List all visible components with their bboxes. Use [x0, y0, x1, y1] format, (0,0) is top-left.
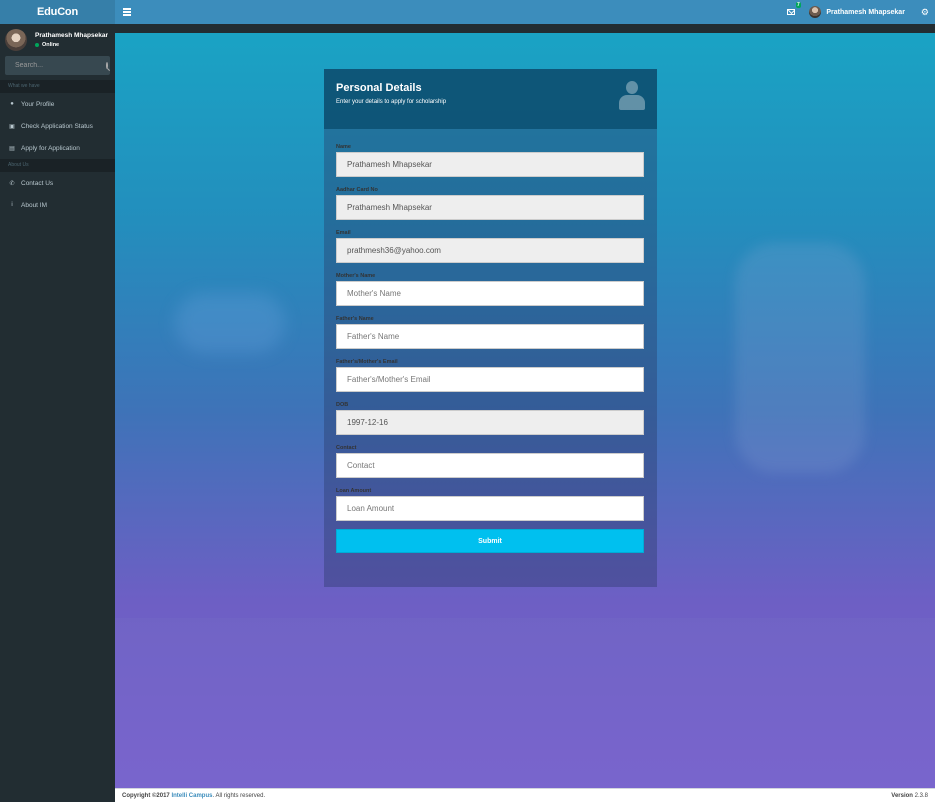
dob-field[interactable]: [336, 410, 644, 435]
field-father-name: Father's Name: [336, 316, 645, 349]
sidebar-user-panel: Prathamesh Mhapsekar Online: [0, 24, 115, 54]
menu-section-header: What we have: [0, 80, 115, 93]
field-email: Email: [336, 230, 645, 263]
footer-copyright: Copyright ©2017: [122, 792, 170, 799]
form-fields: Name Aadhar Card No Email Mother's Name …: [324, 129, 657, 553]
field-label: Loan Amount: [336, 488, 372, 494]
sidebar-item-label: Apply for Application: [21, 144, 80, 152]
footer-company-link[interactable]: Intelli Campus: [171, 793, 212, 799]
background-decoration: [115, 618, 935, 788]
top-navbar: 7 Prathamesh Mhapsekar ⚙: [115, 0, 935, 24]
sidebar-user-info: Prathamesh Mhapsekar Online: [35, 29, 108, 48]
sidebar-item-label: Your Profile: [21, 100, 55, 108]
status-text: Online: [42, 42, 60, 48]
phone-icon: ✆: [9, 180, 15, 187]
field-mother-name: Mother's Name: [336, 273, 645, 306]
calendar-icon: ▣: [9, 123, 15, 130]
sidebar-item-contact-us[interactable]: ✆ Contact Us: [0, 172, 115, 194]
footer-version: Version 2.3.8: [891, 793, 928, 799]
loan-amount-field[interactable]: [336, 496, 644, 521]
settings-gears-icon[interactable]: ⚙: [921, 7, 929, 18]
name-field[interactable]: [336, 152, 644, 177]
version-label: Version: [891, 792, 913, 799]
sidebar-item-label: About IM: [21, 201, 48, 209]
sidebar-search: [5, 56, 110, 75]
field-loan-amount: Loan Amount: [336, 488, 645, 521]
messages-count-badge: 7: [795, 2, 802, 8]
main-content: Personal Details Enter your details to a…: [115, 33, 935, 788]
field-parent-email: Father's/Mother's Email: [336, 359, 645, 392]
sidebar-item-apply[interactable]: ▤ Apply for Application: [0, 137, 115, 159]
envelope-icon: [787, 9, 796, 15]
email-field[interactable]: [336, 238, 644, 263]
field-label: Email: [336, 230, 351, 236]
sidebar-item-about-im[interactable]: i About IM: [0, 194, 115, 216]
avatar: [5, 29, 27, 51]
menu-toggle-icon[interactable]: [123, 8, 131, 16]
footer: Copyright ©2017 Intelli Campus. All righ…: [115, 788, 935, 802]
sidebar-item-label: Check Application Status: [21, 122, 93, 130]
search-icon[interactable]: [106, 62, 108, 69]
version-number: 2.3.8: [914, 792, 928, 799]
personal-details-form: Personal Details Enter your details to a…: [324, 69, 657, 587]
sidebar-user-name: Prathamesh Mhapsekar: [35, 32, 108, 39]
info-icon: i: [11, 202, 13, 208]
footer-rights: . All rights reserved.: [212, 792, 266, 799]
field-label: Name: [336, 144, 351, 150]
parent-email-field[interactable]: [336, 367, 644, 392]
status-badge: Online: [35, 42, 108, 48]
sidebar-item-label: Contact Us: [21, 179, 54, 187]
mother-name-field[interactable]: [336, 281, 644, 306]
field-label: Father's Name: [336, 316, 374, 322]
field-label: DOB: [336, 402, 349, 408]
sidebar: Prathamesh Mhapsekar Online What we have…: [0, 24, 115, 802]
user-icon: ●: [10, 101, 14, 107]
search-input[interactable]: [15, 62, 106, 69]
field-label: Mother's Name: [336, 273, 376, 279]
father-name-field[interactable]: [336, 324, 644, 349]
field-label: Contact: [336, 445, 357, 451]
aadhar-card-field[interactable]: [336, 195, 644, 220]
user-silhouette-icon: [619, 81, 645, 111]
menu-section-header: About Us: [0, 159, 115, 172]
header-divider: [115, 24, 935, 33]
sidebar-item-your-profile[interactable]: ● Your Profile: [0, 93, 115, 115]
contact-field[interactable]: [336, 453, 644, 478]
field-aadhar: Aadhar Card No: [336, 187, 645, 220]
field-name: Name: [336, 144, 645, 177]
app-logo[interactable]: EduCon: [0, 0, 115, 24]
submit-button[interactable]: Submit: [336, 529, 644, 553]
form-subtitle: Enter your details to apply for scholars…: [336, 99, 447, 105]
cart-icon: ▤: [9, 145, 15, 152]
sidebar-item-check-status[interactable]: ▣ Check Application Status: [0, 115, 115, 137]
online-dot-icon: [35, 43, 39, 47]
field-contact: Contact: [336, 445, 645, 478]
navbar-right: 7 Prathamesh Mhapsekar ⚙: [785, 0, 935, 24]
field-label: Father's/Mother's Email: [336, 359, 398, 365]
user-menu[interactable]: Prathamesh Mhapsekar: [809, 6, 905, 18]
messages-button[interactable]: 7: [785, 2, 802, 18]
field-label: Aadhar Card No: [336, 187, 378, 193]
background-decoration: [735, 243, 865, 473]
background-decoration: [175, 293, 285, 353]
user-menu-name: Prathamesh Mhapsekar: [826, 8, 905, 16]
avatar: [809, 6, 822, 18]
field-dob: DOB: [336, 402, 645, 435]
form-title: Personal Details: [336, 82, 422, 94]
form-header: Personal Details Enter your details to a…: [324, 69, 657, 129]
